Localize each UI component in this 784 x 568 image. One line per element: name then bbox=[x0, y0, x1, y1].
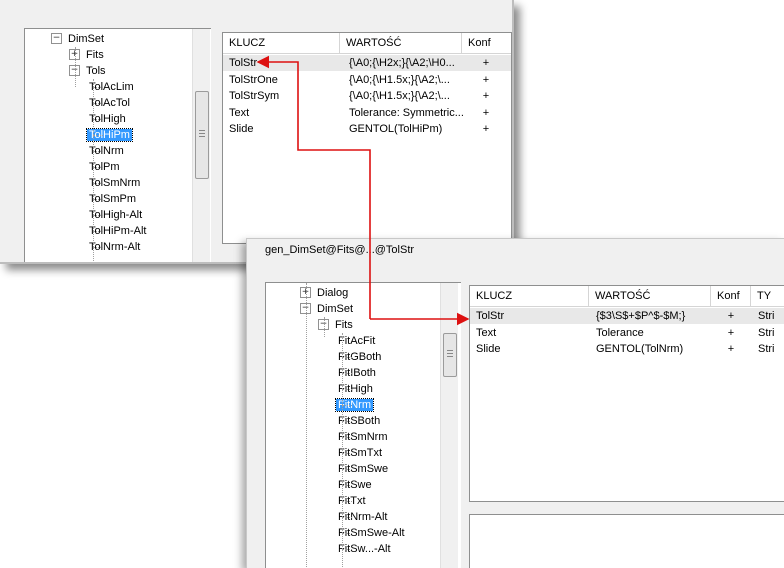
arrow-path bbox=[256, 55, 371, 319]
connector-arrow bbox=[256, 55, 470, 326]
